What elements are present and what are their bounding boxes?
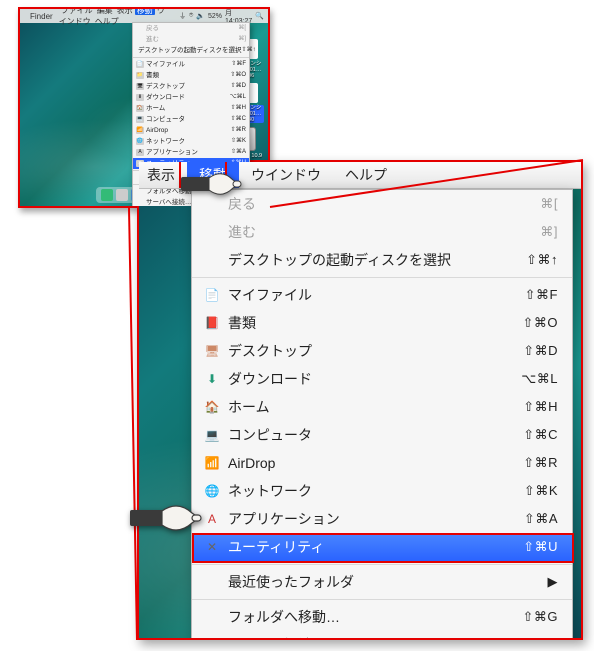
menu-item-デスクトップ[interactable]: 🖥 デスクトップ⇧⌘D xyxy=(192,337,572,365)
menu-移動[interactable]: 移動 xyxy=(135,7,155,15)
menu-item-label: アプリケーション xyxy=(228,509,524,529)
menu-ウインドウ[interactable]: ウインドウ xyxy=(239,162,333,188)
menu-item-書類[interactable]: 📕 書類⇧⌘O xyxy=(192,309,572,337)
shortcut-label: ⇧⌘K xyxy=(524,481,558,501)
go-menu-dropdown-big: 戻る⌘[進む⌘]デスクトップの起動ディスクを選択⇧⌘↑📄マイファイル⇧⌘F📕書類… xyxy=(191,189,573,640)
menu-item[interactable]: 💻コンピュータ⇧⌘C xyxy=(133,114,249,125)
shortcut-label: ⇧⌘F xyxy=(525,285,558,305)
menu-item-label: マイファイル xyxy=(228,285,525,305)
menu-item-label: サーバへ接続… xyxy=(228,635,535,640)
shortcut-label: ⌘] xyxy=(540,222,558,242)
menu-item-サーバへ接続[interactable]: サーバへ接続…⌘K xyxy=(192,631,572,640)
menu-item-最近使ったフォルダ[interactable]: 最近使ったフォルダ▶ xyxy=(192,568,572,596)
menu-item-ユーティリティ[interactable]: ✕ ユーティリティ⇧⌘U xyxy=(192,533,572,561)
app-name[interactable]: Finder xyxy=(28,12,55,21)
menu-item-フォルダへ移動[interactable]: フォルダへ移動…⇧⌘G xyxy=(192,603,572,631)
menu-item-進む: 進む⌘] xyxy=(192,218,572,246)
macos-menubar-big: 表示移動ウインドウヘルプ xyxy=(139,162,581,189)
menu-item-デスクトップの起動ディスクを選択[interactable]: デスクトップの起動ディスクを選択⇧⌘↑ xyxy=(192,246,572,274)
menu-item[interactable]: ⬇ダウンロード⌥⌘L xyxy=(133,92,249,103)
menu-item-戻る: 戻る⌘[ xyxy=(192,190,572,218)
menu-item[interactable]: 🌐ネットワーク⇧⌘K xyxy=(133,136,249,147)
shortcut-label: ⇧⌘G xyxy=(522,607,558,627)
menu-表示[interactable]: 表示 xyxy=(115,7,135,15)
menu-item-label: ホーム xyxy=(228,397,523,417)
menu-item-label: 戻る xyxy=(228,194,540,214)
menu-item: 進む⌘] xyxy=(133,34,249,45)
menu-ファイル[interactable]: ファイル xyxy=(59,7,95,15)
menu-item-label: 最近使ったフォルダ xyxy=(228,572,548,592)
spotlight-icon[interactable]: 🔍 xyxy=(255,12,264,20)
menu-item-ダウンロード[interactable]: ⬇ ダウンロード⌥⌘L xyxy=(192,365,572,393)
menu-item-label: デスクトップの起動ディスクを選択 xyxy=(228,250,526,270)
menu-item-label: コンピュータ xyxy=(228,425,523,445)
menu-item-ネットワーク[interactable]: 🌐 ネットワーク⇧⌘K xyxy=(192,477,572,505)
macos-menubar-small: Finder ファイル編集表示移動ウインドウヘルプ ⏚ ⌾ 🔈 52% 月 14… xyxy=(20,9,268,23)
menu-item[interactable]: Aアプリケーション⇧⌘A xyxy=(133,147,249,158)
menu-item-label: 書類 xyxy=(228,313,522,333)
menu-item-label: ダウンロード xyxy=(228,369,521,389)
submenu-arrow-icon: ▶ xyxy=(548,572,559,592)
menu-item-label: ユーティリティ xyxy=(228,537,523,557)
menu-item-label: ネットワーク xyxy=(228,481,524,501)
shortcut-label: ⇧⌘H xyxy=(523,397,558,417)
enlarged-dropdown-panel: 表示移動ウインドウヘルプ 戻る⌘[進む⌘]デスクトップの起動ディスクを選択⇧⌘↑… xyxy=(137,160,583,640)
menu-item-label: フォルダへ移動… xyxy=(228,607,522,627)
ic-network-icon: 🌐 xyxy=(202,483,222,499)
menu-item[interactable]: 📁書類⇧⌘O xyxy=(133,70,249,81)
menu-item[interactable]: 🏠ホーム⇧⌘H xyxy=(133,103,249,114)
shortcut-label: ⇧⌘A xyxy=(524,509,558,529)
ic-airdrop-icon: 📶 xyxy=(202,455,222,471)
volume-icon[interactable]: 🔈 xyxy=(196,12,205,20)
ic-app-icon: A xyxy=(202,511,222,527)
menu-item-label: デスクトップ xyxy=(228,341,523,361)
ic-computer-icon: 💻 xyxy=(202,427,222,443)
menu-表示[interactable]: 表示 xyxy=(139,162,187,188)
menu-ヘルプ[interactable]: ヘルプ xyxy=(333,162,399,188)
dock-icon[interactable] xyxy=(116,189,128,201)
menu-item-アプリケーション[interactable]: A アプリケーション⇧⌘A xyxy=(192,505,572,533)
menu-item-マイファイル[interactable]: 📄 マイファイル⇧⌘F xyxy=(192,281,572,309)
menu-item-AirDrop[interactable]: 📶 AirDrop⇧⌘R xyxy=(192,449,572,477)
ic-myfiles-icon: 📄 xyxy=(202,287,222,303)
menu-item-コンピュータ[interactable]: 💻 コンピュータ⇧⌘C xyxy=(192,421,572,449)
menu-移動[interactable]: 移動 xyxy=(187,162,239,188)
shortcut-label: ⇧⌘U xyxy=(523,537,558,557)
menu-ヘルプ[interactable]: ヘルプ xyxy=(93,17,121,26)
ic-home-icon: 🏠 xyxy=(202,399,222,415)
shortcut-label: ⇧⌘↑ xyxy=(526,250,558,270)
shortcut-label: ⌥⌘L xyxy=(521,369,558,389)
menu-item[interactable]: デスクトップの起動ディスクを選択⇧⌘↑ xyxy=(133,45,249,56)
menu-item-label: AirDrop xyxy=(228,453,523,473)
menu-item[interactable]: 📄マイファイル⇧⌘F xyxy=(133,59,249,70)
menu-item-ホーム[interactable]: 🏠 ホーム⇧⌘H xyxy=(192,393,572,421)
menu-item-label: 進む xyxy=(228,222,540,242)
menu-item[interactable]: 📶AirDrop⇧⌘R xyxy=(133,125,249,136)
battery-status[interactable]: 52% xyxy=(208,13,222,20)
ic-downloads-icon: ⬇ xyxy=(202,371,222,387)
ic-util-icon: ✕ xyxy=(202,539,222,555)
ic-desktop-icon: 🖥 xyxy=(202,343,222,359)
shortcut-label: ⇧⌘C xyxy=(523,425,558,445)
bluetooth-icon[interactable]: ⌾ xyxy=(189,12,193,20)
shortcut-label: ⌘[ xyxy=(540,194,558,214)
shortcut-label: ⇧⌘R xyxy=(523,453,558,473)
finder-dock-icon[interactable] xyxy=(101,189,113,201)
ic-docs-icon: 📕 xyxy=(202,315,222,331)
shortcut-label: ⌘K xyxy=(535,635,558,640)
menu-item[interactable]: 🖥デスクトップ⇧⌘D xyxy=(133,81,249,92)
shortcut-label: ⇧⌘O xyxy=(522,313,558,333)
menu-編集[interactable]: 編集 xyxy=(95,7,115,15)
shortcut-label: ⇧⌘D xyxy=(523,341,558,361)
menu-item: 戻る⌘[ xyxy=(133,23,249,34)
wifi-icon[interactable]: ⏚ xyxy=(179,11,186,21)
